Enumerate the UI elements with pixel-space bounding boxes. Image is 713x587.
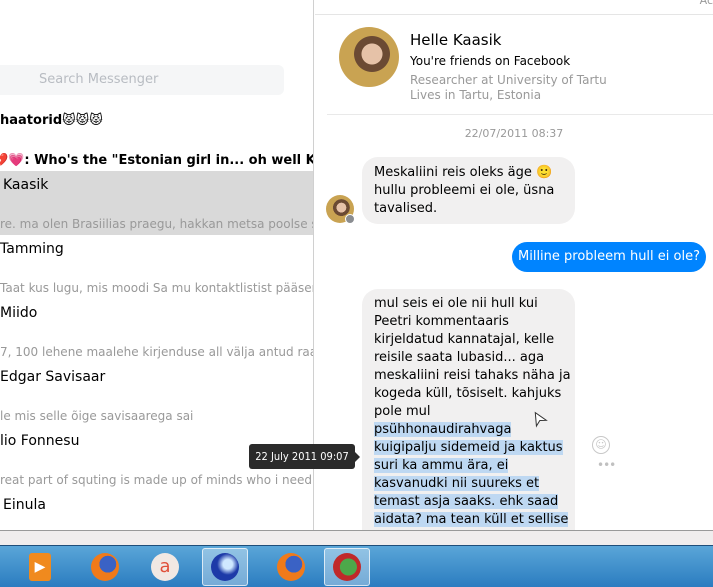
group-preview[interactable]: 💔💗: Who's the "Estonian girl in... oh we… bbox=[0, 153, 313, 168]
conversation-item[interactable]: Kaasik re. ma olen Brasiilias praegu, ha… bbox=[0, 171, 314, 235]
taskbar: ▶ a bbox=[0, 545, 713, 587]
message-line: kogeda küll, tõsiselt. kahjuks bbox=[374, 386, 562, 401]
profile-work: Researcher at University of Tartu bbox=[410, 73, 607, 87]
message-timestamp: 22/07/2011 08:37 bbox=[464, 127, 564, 140]
conversation-preview: re. ma olen Brasiilias praegu, hakkan me… bbox=[0, 217, 314, 231]
conversation-item[interactable]: Einula bbox=[0, 491, 313, 530]
conversation-item[interactable]: Edgar Savisaar le mis selle õige savisaa… bbox=[0, 363, 313, 427]
selected-text: psühhonaudirahvaga bbox=[374, 422, 512, 437]
taskbar-seamonkey[interactable] bbox=[202, 548, 248, 586]
message-line: mul seis ei ole nii hull kui bbox=[374, 296, 538, 311]
reaction-emoji-icon[interactable]: ☺ bbox=[592, 436, 610, 454]
selected-text: temast asja saaks. ehk saad bbox=[374, 494, 559, 509]
media-player-icon: ▶ bbox=[29, 553, 51, 581]
profile-avatar[interactable] bbox=[339, 27, 399, 87]
selected-text: aidata? ma tean küll et sellise bbox=[374, 512, 569, 527]
seamonkey-icon bbox=[211, 553, 239, 581]
conversation-name: Miido bbox=[0, 305, 38, 321]
conversation-preview: 7, 100 lehene maalehe kirjenduse all väl… bbox=[0, 345, 314, 359]
conversation-name: Kaasik bbox=[3, 177, 49, 193]
taskbar-avast[interactable]: a bbox=[147, 549, 183, 585]
conversation-preview: reat part of squting is made up of minds… bbox=[0, 473, 314, 487]
selected-text: kuigipalju sidemeid ja kaktus bbox=[374, 440, 563, 455]
conversation-preview: le mis selle õige savisaarega sai bbox=[0, 409, 194, 423]
message-bubble-sent[interactable]: Milline probleem hull ei ole? bbox=[512, 242, 706, 272]
selected-text: kasvanudki nii suureks et bbox=[374, 476, 540, 491]
more-options-icon[interactable]: ••• bbox=[597, 458, 616, 472]
conversation-name: Tamming bbox=[0, 241, 64, 257]
conversation-panel: Ac Helle Kaasik You're friends on Facebo… bbox=[315, 0, 713, 530]
firefox-icon bbox=[91, 553, 119, 581]
taskbar-media-player[interactable]: ▶ bbox=[22, 549, 58, 585]
conversation-preview: Taat kus lugu, mis moodi Sa mu kontaktli… bbox=[0, 281, 314, 295]
friend-status: You're friends on Facebook bbox=[410, 54, 571, 68]
taskbar-firefox[interactable] bbox=[87, 549, 123, 585]
divider bbox=[315, 14, 713, 15]
message-line: kirjeldatud kannatajal, kelle bbox=[374, 332, 555, 347]
conversation-name: Edgar Savisaar bbox=[0, 369, 106, 385]
taskbar-firefox[interactable] bbox=[273, 549, 309, 585]
window-bottom-strip bbox=[0, 530, 713, 545]
timestamp-tooltip: 22 July 2011 09:07 bbox=[249, 444, 360, 469]
corner-label: Ac bbox=[699, 0, 713, 7]
conversation-item[interactable]: Miido 7, 100 lehene maalehe kirjenduse a… bbox=[0, 299, 314, 363]
profile-location: Lives in Tartu, Estonia bbox=[410, 88, 542, 102]
search-input[interactable]: Search Messenger bbox=[0, 65, 284, 95]
message-text: Milline probleem hull ei ole? bbox=[518, 249, 700, 264]
avast-icon: a bbox=[151, 553, 179, 581]
message-line: reisile saata lubasid... aga bbox=[374, 350, 545, 365]
selected-text: suri ka ammu ära, ei bbox=[374, 458, 509, 473]
message-line: meskaliini reisi tahaks näha ja bbox=[374, 368, 571, 383]
divider bbox=[327, 114, 713, 115]
facebook-badge-icon bbox=[345, 214, 355, 224]
taskbar-pidgin[interactable] bbox=[324, 548, 370, 586]
firefox-icon bbox=[277, 553, 305, 581]
message-line: Peetri kommentaaris bbox=[374, 314, 509, 329]
message-bubble-received[interactable]: Meskaliini reis oleks äge 🙂 hullu proble… bbox=[362, 157, 575, 224]
message-text: Meskaliini reis oleks äge 🙂 hullu proble… bbox=[374, 165, 555, 216]
profile-name[interactable]: Helle Kaasik bbox=[410, 31, 501, 49]
conversation-name: Einula bbox=[3, 497, 46, 513]
group-title[interactable]: haatorid😾😾😾 bbox=[0, 113, 103, 128]
conversation-item[interactable]: Tamming Taat kus lugu, mis moodi Sa mu k… bbox=[0, 235, 314, 299]
conversation-name: lio Fonnesu bbox=[0, 433, 80, 449]
pidgin-icon bbox=[333, 553, 361, 581]
